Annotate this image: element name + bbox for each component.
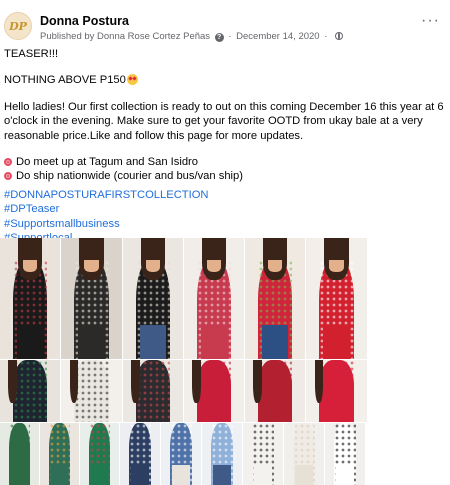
product-photo[interactable] xyxy=(202,423,242,485)
clothing-top xyxy=(74,360,109,422)
clothing-bottom xyxy=(131,465,149,485)
product-photo[interactable] xyxy=(40,423,79,485)
product-photo[interactable] xyxy=(245,360,305,422)
separator-dot: · xyxy=(324,31,328,42)
page-name[interactable]: Donna Postura xyxy=(40,14,129,28)
text-line-price: NOTHING ABOVE P150 xyxy=(4,73,444,87)
model-neck xyxy=(84,259,99,272)
model-hair xyxy=(69,360,79,404)
product-photo[interactable] xyxy=(61,238,122,359)
help-icon[interactable]: ? xyxy=(214,33,224,42)
clothing-bottom xyxy=(336,465,354,485)
clothing-bottom xyxy=(139,325,167,359)
model-neck xyxy=(267,259,283,272)
clothing-pattern xyxy=(74,360,109,422)
clothing-bottom xyxy=(213,465,231,485)
product-photo[interactable] xyxy=(120,423,160,485)
product-photo[interactable] xyxy=(61,360,122,422)
product-photo[interactable] xyxy=(80,423,119,485)
product-photo[interactable] xyxy=(245,238,305,359)
separator-dot: · xyxy=(228,31,232,42)
product-photo[interactable] xyxy=(123,360,183,422)
text-paragraph: Hello ladies! Our first collection is re… xyxy=(4,100,444,142)
post-header: DP Donna Postura Published by Donna Rose… xyxy=(4,10,446,46)
clothing-bottom xyxy=(200,325,228,359)
clothing-bottom xyxy=(90,465,109,485)
bullet-item: Do meet up at Tagum and San Isidro xyxy=(4,155,444,169)
post-date[interactable]: December 14, 2020 xyxy=(236,31,319,42)
model-hair xyxy=(8,360,17,404)
more-options-icon[interactable]: ··· xyxy=(421,13,440,29)
clothing-bottom xyxy=(261,325,289,359)
bullet-icon xyxy=(4,158,12,167)
product-photo[interactable] xyxy=(243,423,283,485)
model-hair xyxy=(253,360,262,404)
clothing-top xyxy=(319,360,354,422)
model-hair xyxy=(314,360,324,404)
product-photo[interactable] xyxy=(0,238,60,359)
clothing-bottom xyxy=(295,465,313,485)
model-neck xyxy=(145,259,161,272)
clothing-bottom xyxy=(254,465,272,485)
product-photo[interactable] xyxy=(123,238,183,359)
clothing-pattern xyxy=(258,360,292,422)
clothing-top xyxy=(197,360,231,422)
clothing-bottom xyxy=(323,325,350,359)
product-photo[interactable] xyxy=(284,423,324,485)
model-hair xyxy=(192,360,201,404)
photo-grid[interactable] xyxy=(0,238,368,485)
clothing-top xyxy=(136,360,170,422)
hashtag-link[interactable]: #DPTeaser xyxy=(4,202,444,216)
bullet-item: Do ship nationwide (courier and bus/van … xyxy=(4,169,444,183)
clothing-bottom xyxy=(50,465,69,485)
clothing-top xyxy=(13,360,47,422)
clothing-pattern xyxy=(13,360,47,422)
product-photo[interactable] xyxy=(306,238,367,359)
product-photo[interactable] xyxy=(161,423,201,485)
clothing-bottom xyxy=(16,325,44,359)
facebook-post: DP Donna Postura Published by Donna Rose… xyxy=(0,0,450,485)
hashtag-link[interactable]: #Supportsmallbusiness xyxy=(4,217,444,231)
clothing-bottom xyxy=(10,465,29,485)
globe-icon xyxy=(335,32,344,40)
product-photo[interactable] xyxy=(184,360,244,422)
clothing-pattern xyxy=(197,360,231,422)
page-avatar[interactable]: DP xyxy=(4,12,32,40)
post-meta: Published by Donna Rose Cortez Peñas ? ·… xyxy=(40,31,344,42)
clothing-top xyxy=(258,360,292,422)
product-photo[interactable] xyxy=(306,360,367,422)
post-text: TEASER!!! NOTHING ABOVE P150 Hello ladie… xyxy=(4,47,444,245)
bullet-icon xyxy=(4,172,12,181)
text-line-teaser: TEASER!!! xyxy=(4,48,59,60)
published-by[interactable]: Published by Donna Rose Cortez Peñas xyxy=(40,31,210,42)
product-photo[interactable] xyxy=(184,238,244,359)
model-neck xyxy=(206,259,222,272)
product-photo[interactable] xyxy=(0,423,39,485)
model-neck xyxy=(329,259,344,272)
hashtag-link[interactable]: #DONNAPOSTURAFIRSTCOLLECTION xyxy=(4,188,444,202)
product-photo[interactable] xyxy=(325,423,365,485)
clothing-bottom xyxy=(78,325,105,359)
clothing-pattern xyxy=(136,360,170,422)
clothing-bottom xyxy=(172,465,190,485)
heart-eyes-emoji-icon xyxy=(126,74,138,86)
clothing-pattern xyxy=(319,360,354,422)
product-photo[interactable] xyxy=(0,360,60,422)
model-hair xyxy=(131,360,140,404)
model-neck xyxy=(22,259,38,272)
